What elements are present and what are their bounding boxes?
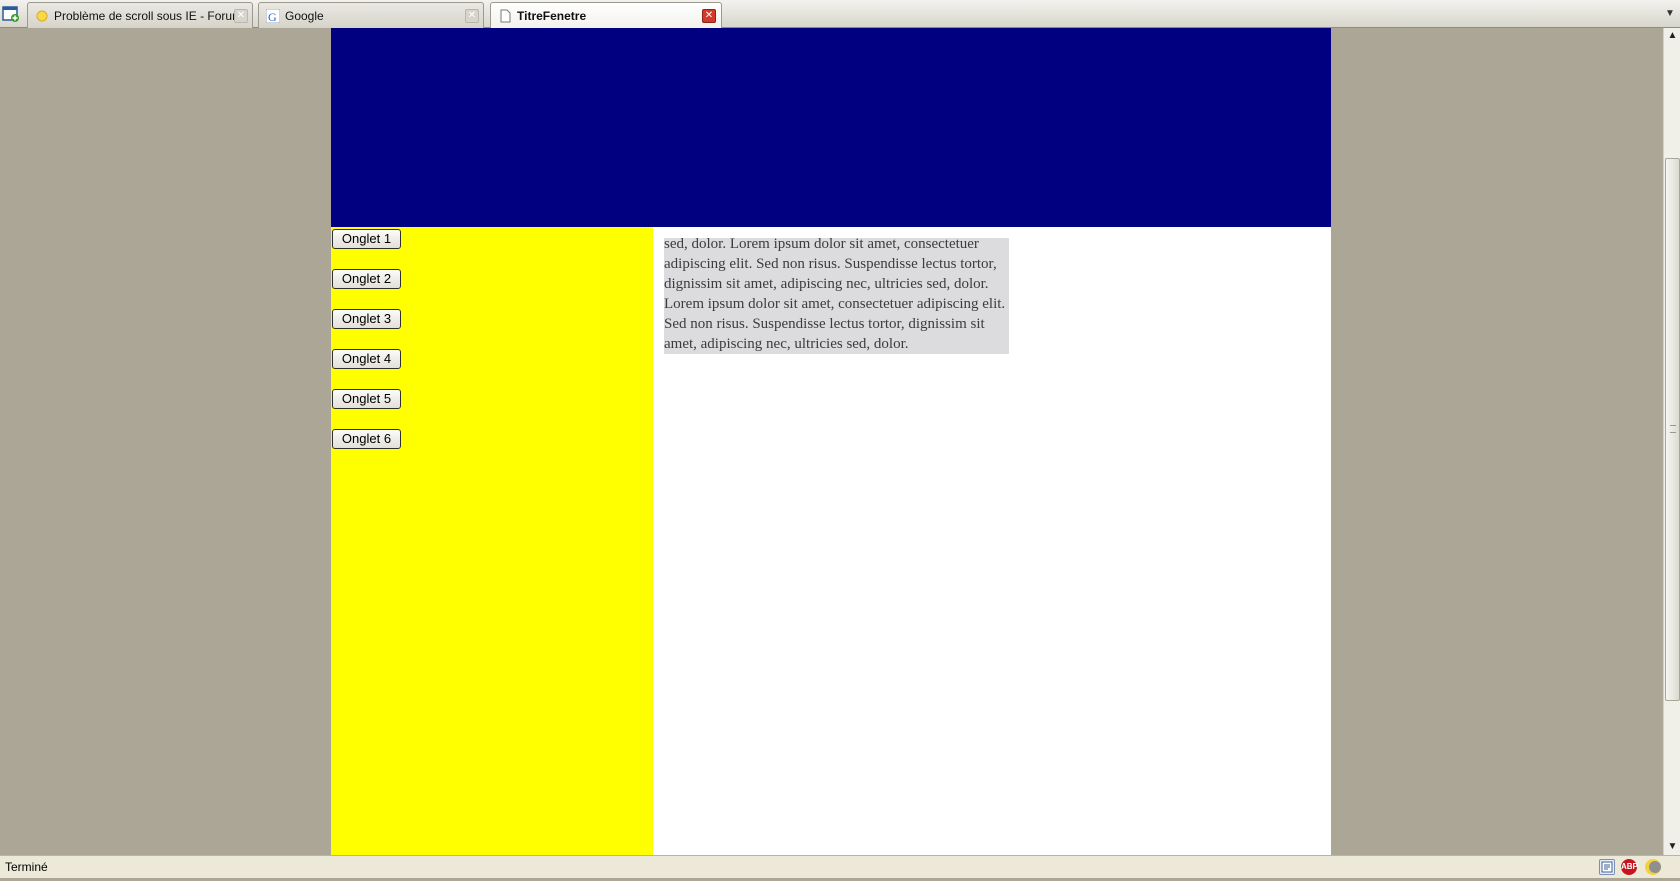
moon-icon[interactable]: [1645, 859, 1661, 875]
vertical-scrollbar[interactable]: ▲ ▼: [1663, 28, 1680, 855]
tab-title: Google: [285, 9, 324, 23]
grip-icon: [1670, 425, 1676, 433]
close-tab-icon[interactable]: ✕: [465, 9, 479, 23]
tab-title: TitreFenetre: [517, 9, 587, 23]
status-text: Terminé: [5, 860, 48, 874]
tab-list-dropdown-icon[interactable]: ▼: [1664, 8, 1676, 20]
onglet-1-button[interactable]: Onglet 1: [332, 229, 401, 249]
google-g-icon: G: [265, 8, 281, 24]
tab-titrefenetre[interactable]: TitreFenetre ✕: [490, 2, 722, 29]
onglet-3-button[interactable]: Onglet 3: [332, 309, 401, 329]
scroll-down-icon[interactable]: ▼: [1665, 839, 1680, 855]
scroll-up-icon[interactable]: ▲: [1665, 28, 1680, 44]
adblock-plus-icon[interactable]: ABP: [1621, 859, 1638, 875]
browser-tab-bar: Problème de scroll sous IE - Forum Als..…: [0, 0, 1680, 29]
tab-google[interactable]: G Google ✕: [258, 2, 484, 28]
sun-icon: [35, 9, 49, 23]
page-icon: [498, 9, 512, 23]
header-banner: [331, 28, 1331, 227]
onglet-6-button[interactable]: Onglet 6: [332, 429, 401, 449]
tab-forum[interactable]: Problème de scroll sous IE - Forum Als..…: [27, 2, 253, 28]
browser-viewport: Onglet 1 Onglet 2 Onglet 3 Onglet 4 Ongl…: [0, 28, 1663, 855]
onglet-4-button[interactable]: Onglet 4: [332, 349, 401, 369]
page-info-icon[interactable]: [1599, 859, 1615, 875]
svg-text:G: G: [268, 10, 277, 23]
content-panel[interactable]: sed, dolor. Lorem ipsum dolor sit amet, …: [664, 236, 1009, 354]
new-tab-icon[interactable]: [2, 5, 20, 23]
content-text: sed, dolor. Lorem ipsum dolor sit amet, …: [664, 236, 1006, 352]
status-bar: Terminé ABP: [0, 855, 1680, 878]
scrollbar-thumb[interactable]: [1665, 158, 1680, 701]
onglet-5-button[interactable]: Onglet 5: [332, 389, 401, 409]
page-container: Onglet 1 Onglet 2 Onglet 3 Onglet 4 Ongl…: [331, 28, 1331, 855]
close-tab-icon[interactable]: ✕: [702, 9, 716, 23]
sidebar: Onglet 1 Onglet 2 Onglet 3 Onglet 4 Ongl…: [331, 227, 653, 855]
close-tab-icon[interactable]: ✕: [234, 9, 248, 23]
tab-title: Problème de scroll sous IE - Forum Als..…: [54, 9, 234, 23]
onglet-2-button[interactable]: Onglet 2: [332, 269, 401, 289]
